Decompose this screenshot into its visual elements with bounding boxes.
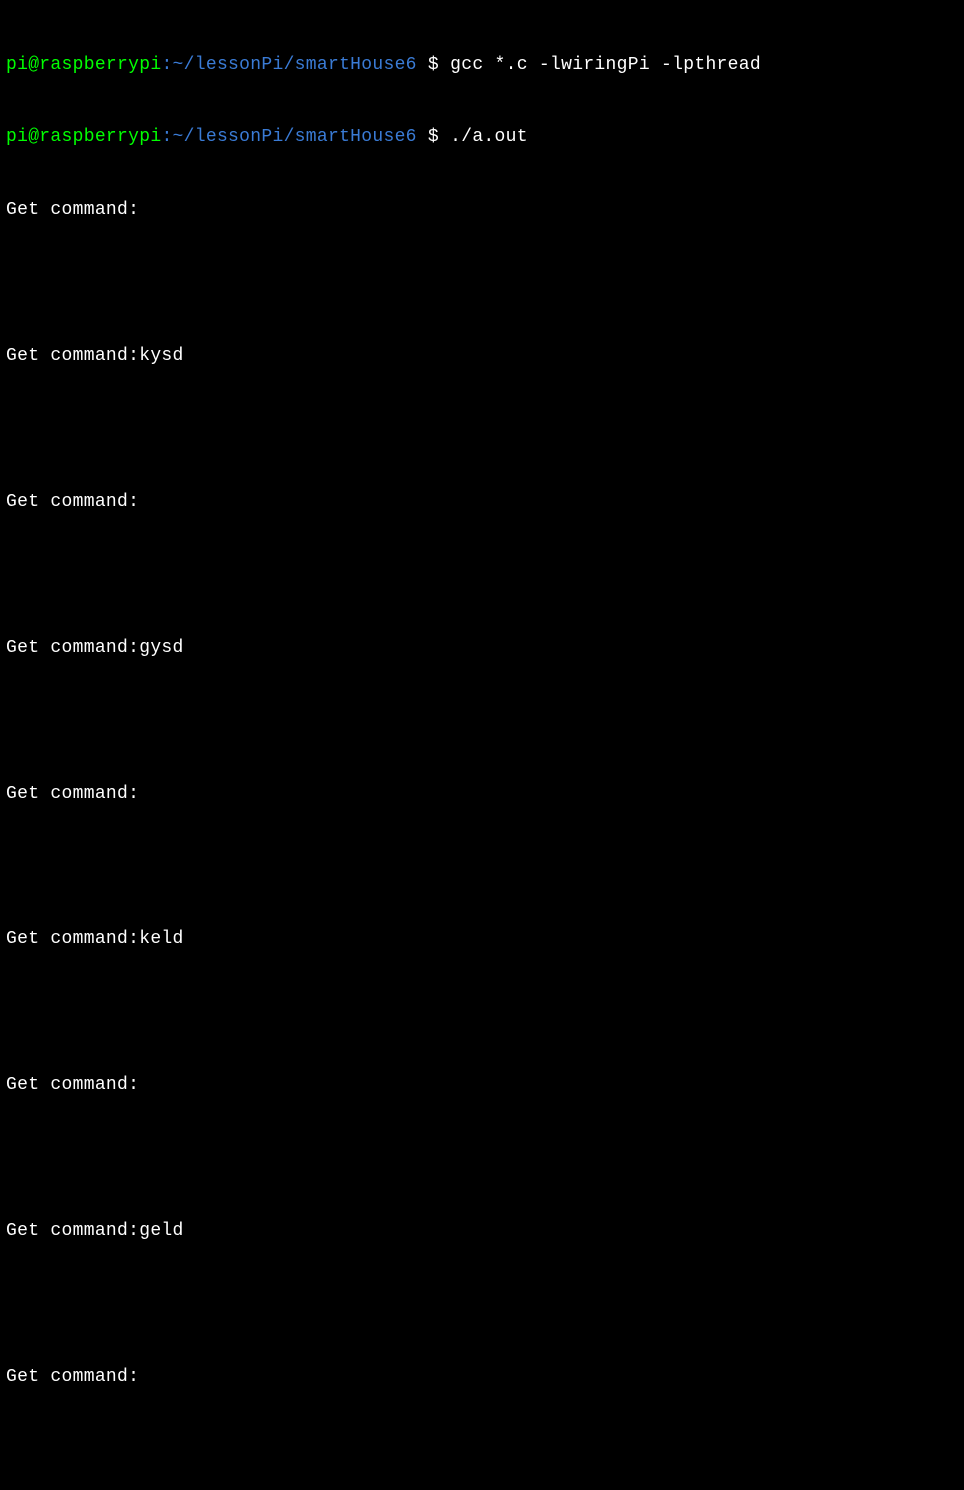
command-gcc: gcc *.c -lwiringPi -lpthread xyxy=(450,55,761,75)
prompt-dollar: $ xyxy=(428,55,450,75)
output-line xyxy=(6,1292,958,1316)
prompt-line-2: pi@raspberrypi:~/lessonPi/smartHouse6 $ … xyxy=(6,125,958,149)
output-line xyxy=(6,563,958,587)
prompt-line-1: pi@raspberrypi:~/lessonPi/smartHouse6 $ … xyxy=(6,53,958,77)
output-line: Get command:keld xyxy=(6,927,958,951)
output-line xyxy=(6,1438,958,1462)
prompt-dollar: $ xyxy=(428,127,450,147)
output-line: Get command:kysd xyxy=(6,344,958,368)
output-line: Get command: xyxy=(6,198,958,222)
output-line xyxy=(6,854,958,878)
output-line xyxy=(6,1146,958,1170)
terminal-window[interactable]: pi@raspberrypi:~/lessonPi/smartHouse6 $ … xyxy=(6,4,958,1490)
prompt-separator: : xyxy=(161,127,172,147)
output-line: Get command: xyxy=(6,1073,958,1097)
output-line xyxy=(6,271,958,295)
prompt-path: ~/lessonPi/smartHouse6 xyxy=(173,127,428,147)
output-line: Get command:geld xyxy=(6,1219,958,1243)
output-line: Get command: xyxy=(6,782,958,806)
output-line: Get command: xyxy=(6,1365,958,1389)
output-line: Get command:gysd xyxy=(6,636,958,660)
output-line: Get command: xyxy=(6,490,958,514)
output-line xyxy=(6,709,958,733)
prompt-user: pi@raspberrypi xyxy=(6,127,161,147)
command-run: ./a.out xyxy=(450,127,528,147)
prompt-path: ~/lessonPi/smartHouse6 xyxy=(173,55,428,75)
output-line xyxy=(6,1000,958,1024)
output-line xyxy=(6,417,958,441)
prompt-separator: : xyxy=(161,55,172,75)
prompt-user: pi@raspberrypi xyxy=(6,55,161,75)
